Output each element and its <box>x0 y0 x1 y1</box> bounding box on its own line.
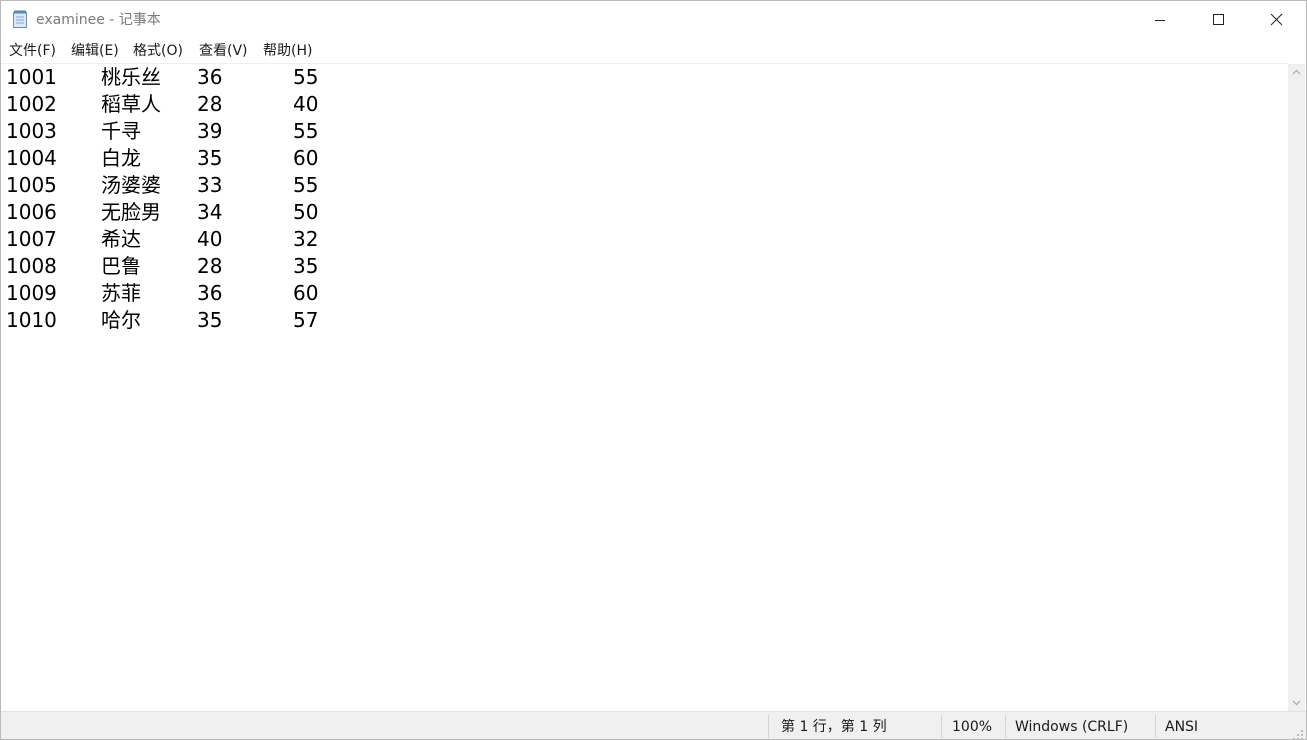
record-value-a: 39 <box>197 119 223 143</box>
text-line: 1007 希达 40 32 <box>1 226 701 253</box>
record-id: 1010 <box>6 308 57 332</box>
record-name: 稻草人 <box>101 92 161 116</box>
status-divider <box>941 715 942 738</box>
close-button[interactable] <box>1247 1 1305 39</box>
notepad-icon <box>12 10 29 29</box>
record-name: 汤婆婆 <box>101 173 161 197</box>
scroll-up-arrow-icon <box>1292 69 1301 75</box>
text-line: 1006 无脸男 34 50 <box>1 199 701 226</box>
text-line: 1009 苏菲 36 60 <box>1 280 701 307</box>
record-value-b: 32 <box>293 227 319 251</box>
record-id: 1006 <box>6 200 57 224</box>
close-icon <box>1270 13 1283 26</box>
menu-bar: 文件(F) 编辑(E) 格式(O) 查看(V) 帮助(H) <box>1 39 1306 63</box>
record-id: 1007 <box>6 227 57 251</box>
menu-help[interactable]: 帮助(H) <box>263 42 312 60</box>
record-name: 千寻 <box>101 119 141 143</box>
record-name: 哈尔 <box>101 308 141 332</box>
status-bar: 第 1 行，第 1 列 100% Windows (CRLF) ANSI <box>1 711 1306 739</box>
record-name: 桃乐丝 <box>101 65 161 89</box>
record-value-a: 33 <box>197 173 223 197</box>
scroll-up-button[interactable] <box>1288 64 1305 81</box>
record-value-b: 60 <box>293 281 319 305</box>
record-value-a: 34 <box>197 200 223 224</box>
encoding: ANSI <box>1165 719 1199 735</box>
scroll-down-button[interactable] <box>1288 694 1305 711</box>
record-value-b: 35 <box>293 254 319 278</box>
record-value-a: 35 <box>197 146 223 170</box>
record-value-a: 40 <box>197 227 223 251</box>
text-line: 1004 白龙 35 60 <box>1 145 701 172</box>
record-value-b: 40 <box>293 92 319 116</box>
record-value-b: 60 <box>293 146 319 170</box>
record-value-a: 36 <box>197 281 223 305</box>
record-value-a: 28 <box>197 254 223 278</box>
line-ending: Windows (CRLF) <box>1015 719 1129 735</box>
record-name: 巴鲁 <box>101 254 141 278</box>
minimize-icon <box>1155 20 1165 21</box>
record-value-b: 55 <box>293 119 319 143</box>
status-divider <box>1005 715 1006 738</box>
title-bar[interactable]: examinee - 记事本 <box>1 1 1306 39</box>
record-value-a: 36 <box>197 65 223 89</box>
text-line: 1002 稻草人 28 40 <box>1 91 701 118</box>
text-line: 1001 桃乐丝 36 55 <box>1 64 701 91</box>
record-value-b: 50 <box>293 200 319 224</box>
record-name: 苏菲 <box>101 281 141 305</box>
window-title: examinee - 记事本 <box>36 12 161 28</box>
menu-view[interactable]: 查看(V) <box>199 42 248 60</box>
text-editor[interactable]: 1001 桃乐丝 36 55 1002 稻草人 28 40 1003 千寻 39… <box>1 63 1288 712</box>
record-name: 白龙 <box>101 146 141 170</box>
record-value-b: 57 <box>293 308 319 332</box>
zoom-level: 100% <box>952 719 993 735</box>
record-name: 希达 <box>101 227 141 251</box>
menu-file[interactable]: 文件(F) <box>9 42 56 60</box>
record-name: 无脸男 <box>101 200 161 224</box>
notepad-window: examinee - 记事本 文件(F) 编辑(E) 格式(O) 查看(V) 帮… <box>0 0 1307 740</box>
status-divider <box>768 715 769 738</box>
record-value-b: 55 <box>293 173 319 197</box>
record-id: 1005 <box>6 173 57 197</box>
text-line: 1010 哈尔 35 57 <box>1 307 701 334</box>
cursor-position: 第 1 行，第 1 列 <box>781 719 887 735</box>
maximize-icon <box>1213 14 1224 25</box>
scroll-down-arrow-icon <box>1292 700 1301 706</box>
record-id: 1002 <box>6 92 57 116</box>
resize-grip-icon[interactable] <box>1292 726 1304 739</box>
text-line: 1005 汤婆婆 33 55 <box>1 172 701 199</box>
record-id: 1001 <box>6 65 57 89</box>
menu-format[interactable]: 格式(O) <box>133 42 183 60</box>
status-divider <box>1155 715 1156 738</box>
text-line: 1003 千寻 39 55 <box>1 118 701 145</box>
minimize-button[interactable] <box>1131 1 1189 39</box>
text-line: 1008 巴鲁 28 35 <box>1 253 701 280</box>
record-value-a: 28 <box>197 92 223 116</box>
record-id: 1008 <box>6 254 57 278</box>
record-id: 1009 <box>6 281 57 305</box>
record-id: 1003 <box>6 119 57 143</box>
record-value-a: 35 <box>197 308 223 332</box>
record-value-b: 55 <box>293 65 319 89</box>
vertical-scrollbar[interactable] <box>1288 64 1305 711</box>
maximize-button[interactable] <box>1189 1 1247 39</box>
menu-edit[interactable]: 编辑(E) <box>71 42 119 60</box>
record-id: 1004 <box>6 146 57 170</box>
